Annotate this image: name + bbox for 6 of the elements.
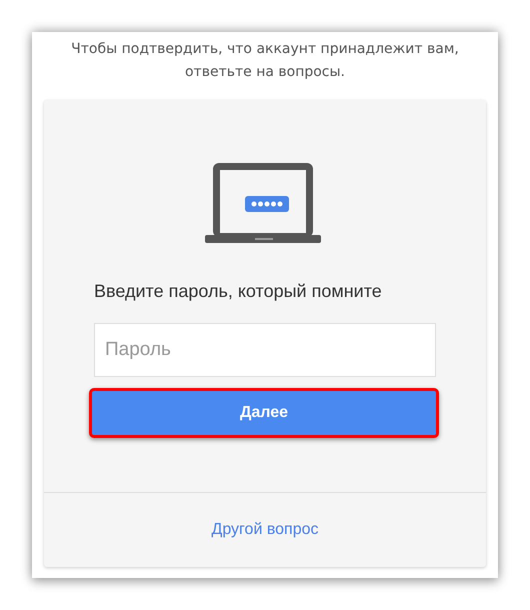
- next-button[interactable]: Далее: [89, 388, 439, 438]
- prompt-text: Введите пароль, который помните: [94, 281, 382, 302]
- laptop-password-icon: [205, 161, 321, 245]
- other-question-link[interactable]: Другой вопрос: [212, 521, 318, 539]
- intro-text: Чтобы подтвердить, что аккаунт принадлежит вам, ответьте на вопросы.: [70, 40, 460, 82]
- password-field[interactable]: Пароль: [94, 323, 436, 377]
